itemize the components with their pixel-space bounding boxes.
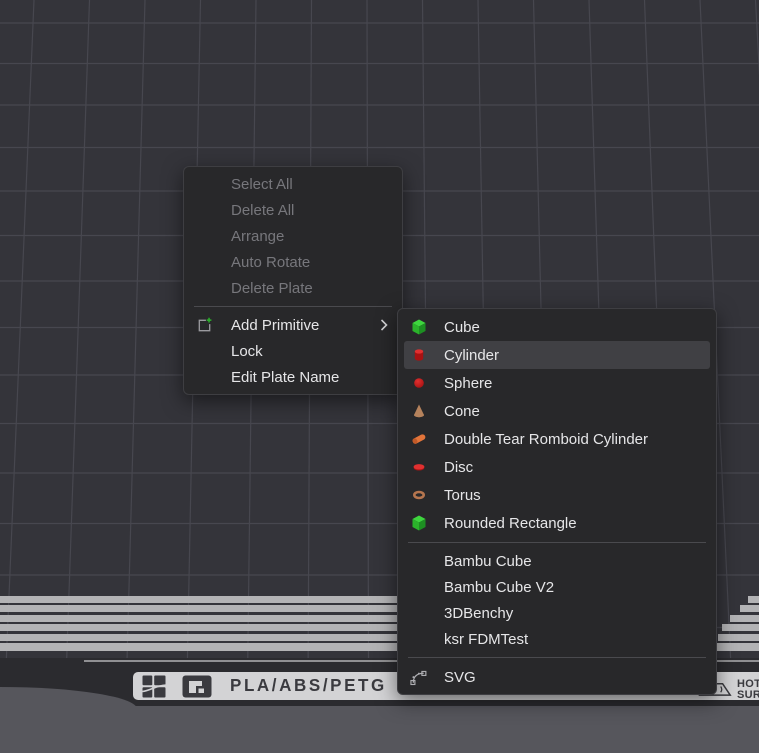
menu-item-label: ksr FDMTest [444,631,704,648]
plate-stripe [748,596,759,603]
tilted-cylinder-icon [410,430,427,448]
menu-item-ksr-fdmtest[interactable]: ksr FDMTest [404,626,710,652]
icon-spacer [196,227,213,245]
menu-item-label: Rounded Rectangle [444,515,704,532]
menu-item-label: Edit Plate Name [231,369,390,386]
menu-item-label: Lock [231,343,390,360]
cylinder-icon [410,346,427,364]
icon-spacer [196,175,213,193]
menu-item-label: Double Tear Romboid Cylinder [444,431,704,448]
menu-item-lock[interactable]: Lock [190,338,396,364]
menu-item-label: Bambu Cube [444,553,704,570]
icon-spacer [196,253,213,271]
menu-item-label: Delete Plate [231,280,390,297]
icon-spacer [196,279,213,297]
bambu-logo-icon [142,675,166,698]
menu-item-label: SVG [444,669,704,686]
menu-item-label: Arrange [231,228,390,245]
icon-spacer [196,368,213,386]
menu-item-double-tear-romboid-cylinder[interactable]: Double Tear Romboid Cylinder [404,425,710,453]
icon-spacer [410,578,427,596]
hot-surface-warning-text: HOT SURFACE [737,679,759,702]
bezier-curve-icon [410,668,427,686]
menu-item-label: Delete All [231,202,390,219]
icon-spacer [410,604,427,622]
torus-icon [410,486,427,504]
menu-item-label: Select All [231,176,390,193]
menu-item-label: Add Primitive [231,317,380,334]
menu-item-label: Disc [444,459,704,476]
menu-item-rounded-rectangle[interactable]: Rounded Rectangle [404,509,710,537]
menu-item-label: Cube [444,319,704,336]
menu-item-auto-rotate: Auto Rotate [190,249,396,275]
plate-stripe [740,605,759,612]
menu-item-edit-plate-name[interactable]: Edit Plate Name [190,364,396,390]
plate-stripe [718,634,759,641]
add-primitive-icon [196,316,213,334]
rounded-rect-icon [410,514,427,532]
menu-item-label: Torus [444,487,704,504]
plate-stripe [730,615,759,622]
menu-item-arrange: Arrange [190,223,396,249]
menu-item-bambu-cube-v2[interactable]: Bambu Cube V2 [404,574,710,600]
menu-item-sphere[interactable]: Sphere [404,369,710,397]
menu-item-label: Cylinder [444,347,704,364]
menu-item-disc[interactable]: Disc [404,453,710,481]
icon-spacer [410,552,427,570]
menu-item-svg[interactable]: SVG [404,663,710,691]
menu-item-label: 3DBenchy [444,605,704,622]
plate-context-menu: Select All Delete All Arrange Auto Rotate De… [183,166,403,395]
3d-viewport[interactable]: PLA/ABS/PETG HOT SURFACE Select All Delet… [0,0,759,753]
menu-item-torus[interactable]: Torus [404,481,710,509]
menu-item-bambu-cube[interactable]: Bambu Cube [404,548,710,574]
menu-item-select-all: Select All [190,171,396,197]
menu-item-add-primitive[interactable]: Add Primitive [190,312,396,338]
menu-separator [194,306,392,307]
menu-item-label: Auto Rotate [231,254,390,271]
cube-icon [410,318,427,336]
plate-material-label: PLA/ABS/PETG [230,676,387,697]
add-primitive-submenu: Cube Cylinder Sphere Cone Double Tear Romboi… [397,308,717,695]
menu-item-delete-plate: Delete Plate [190,275,396,301]
cone-icon [410,402,427,420]
menu-item-label: Bambu Cube V2 [444,579,704,596]
icon-spacer [410,630,427,648]
warning-line2: SURFACE [737,690,759,702]
menu-item-delete-all: Delete All [190,197,396,223]
menu-item-label: Sphere [444,375,704,392]
menu-item-label: Cone [444,403,704,420]
plate-stripe [717,643,759,651]
table-surface [0,706,759,753]
menu-item-cube[interactable]: Cube [404,313,710,341]
menu-item-cone[interactable]: Cone [404,397,710,425]
plate-type-icon [182,675,212,698]
menu-item-cylinder[interactable]: Cylinder [404,341,710,369]
menu-item-3dbenchy[interactable]: 3DBenchy [404,600,710,626]
disc-icon [410,458,427,476]
menu-separator [408,657,706,658]
icon-spacer [196,342,213,360]
chevron-right-icon [380,319,390,331]
menu-separator [408,542,706,543]
sphere-icon [410,374,427,392]
plate-stripe [722,624,759,631]
icon-spacer [196,201,213,219]
